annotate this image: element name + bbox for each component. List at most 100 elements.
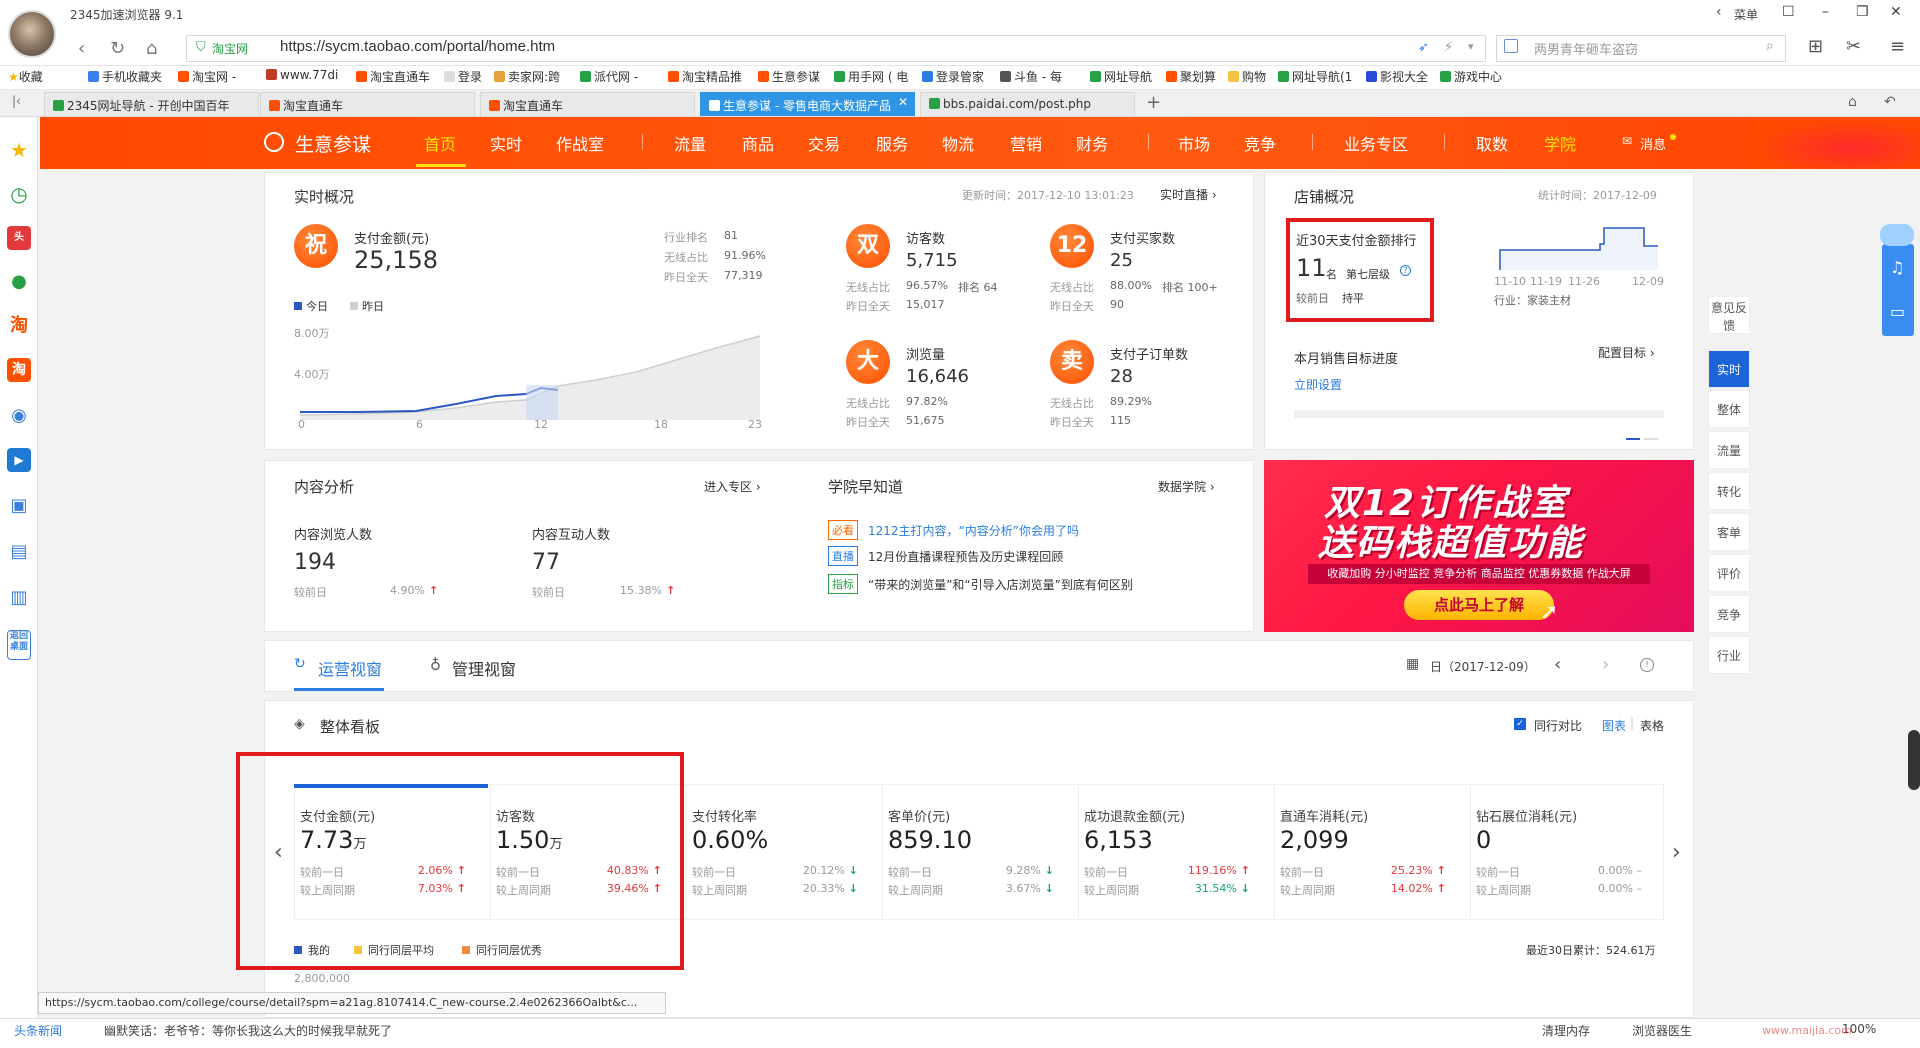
cloud-icon[interactable] [1880, 224, 1914, 246]
home-icon[interactable]: ⌂ [146, 38, 157, 59]
rail-realtime[interactable]: 实时 [1708, 350, 1750, 388]
menu-label[interactable]: 菜单 [1734, 6, 1758, 23]
bookmark-item[interactable]: 用手网 ( 电 [834, 68, 908, 85]
rail-competition[interactable]: 竞争 [1708, 595, 1750, 633]
promo-banner[interactable]: 双12订作战室 送码栈超值功能 收藏加购 分小时监控 竞争分析 商品监控 优惠券… [1264, 460, 1694, 632]
bookmark-item[interactable]: 淘宝网 - [178, 68, 236, 85]
chart-toggle[interactable]: 图表 [1602, 717, 1626, 734]
chevron-down-icon[interactable]: ▾ [1468, 40, 1474, 53]
bookmark-item[interactable]: 登录 [444, 68, 482, 85]
news-ticker[interactable]: 幽默笑话：老爷爷：等你长我这么大的时候我早就死了 [104, 1022, 392, 1039]
bookmark-item[interactable]: 登录管家 [922, 68, 984, 85]
rail-order-value[interactable]: 客单 [1708, 513, 1750, 551]
peer-checkbox[interactable]: ✓ [1514, 718, 1526, 730]
more-menu-icon[interactable]: ≡ [1890, 36, 1905, 57]
chat-icon[interactable]: ● [7, 270, 31, 294]
nav-college[interactable]: 学院 [1544, 131, 1576, 155]
bookmark-item[interactable]: 购物 [1228, 68, 1266, 85]
video-icon[interactable]: ▶ [7, 448, 31, 472]
pager-dot[interactable] [1644, 438, 1658, 440]
banner-cta-button[interactable]: 点此马上了解 [1404, 590, 1554, 620]
news-label[interactable]: 头条新闻 [14, 1022, 62, 1039]
bookmark-item[interactable]: 网址导航 [1090, 68, 1152, 85]
nav-trade[interactable]: 交易 [808, 131, 840, 155]
back-icon[interactable]: ‹ [78, 38, 85, 59]
bookmark-item[interactable]: 卖家网:跨 [494, 68, 560, 85]
rail-feedback[interactable]: 意见反馈 [1708, 296, 1750, 334]
new-tab-icon[interactable]: + [1146, 92, 1161, 113]
kpi-cell[interactable] [1470, 784, 1666, 920]
nav-service[interactable]: 服务 [876, 131, 908, 155]
nav-goods[interactable]: 商品 [742, 131, 774, 155]
calculator-icon[interactable]: ▤ [7, 540, 31, 564]
clock-icon[interactable]: ◷ [7, 182, 31, 206]
target-setup-link[interactable]: 立即设置 [1294, 376, 1342, 393]
search-icon[interactable]: ⌕ [1766, 38, 1774, 54]
nav-realtime[interactable]: 实时 [490, 131, 522, 155]
bookmark-item[interactable]: 淘宝直通车 [356, 68, 430, 85]
tab-2345[interactable]: 2345网址导航 - 开创中国百年 [44, 92, 259, 116]
nav-data[interactable]: 取数 [1476, 131, 1508, 155]
bookmark-item[interactable]: 淘宝精品推 [668, 68, 742, 85]
lightning-icon[interactable]: ⚡ [1444, 40, 1453, 55]
undo-icon[interactable]: ↶ [1884, 94, 1896, 110]
rail-industry[interactable]: 行业 [1708, 636, 1750, 674]
nav-home[interactable]: 首页 [424, 131, 456, 155]
date-picker[interactable]: 日（2017-12-09） [1430, 658, 1536, 675]
bookmark-item[interactable]: 网址导航(1 [1278, 68, 1352, 85]
bookmark-item[interactable]: 手机收藏夹 [88, 68, 162, 85]
realtime-live-link[interactable]: 实时直播 › [1160, 186, 1217, 203]
content-enter-link[interactable]: 进入专区 › [704, 478, 761, 495]
toutiao-icon[interactable]: 头 [7, 226, 31, 250]
tab-management-view[interactable]: 管理视窗 [452, 656, 516, 680]
bookmark-item[interactable]: 影视大全 [1366, 68, 1428, 85]
calendar-icon[interactable]: ▦ [1406, 656, 1419, 672]
chat-bubble-icon[interactable]: ▭ [1890, 302, 1905, 321]
computer-icon[interactable]: ▣ [7, 494, 31, 518]
rail-review[interactable]: 评价 [1708, 554, 1750, 592]
browser-doctor[interactable]: 浏览器医生 [1632, 1022, 1692, 1039]
close-window-icon[interactable]: ✕ [1890, 4, 1902, 20]
nav-logistics[interactable]: 物流 [942, 131, 974, 155]
tab-paidai[interactable]: bbs.paidai.com/post.php [920, 92, 1135, 116]
next-date-icon[interactable]: › [1602, 654, 1609, 675]
menu-icon[interactable]: ‹ [1716, 4, 1722, 20]
table-toggle[interactable]: 表格 [1640, 717, 1664, 734]
college-item[interactable]: 1212主打内容，“内容分析”你会用了吗 [868, 522, 1079, 539]
college-item[interactable]: 12月份直播课程预告及历史课程回顾 [868, 548, 1063, 565]
nav-marketing[interactable]: 营销 [1010, 131, 1042, 155]
nav-business[interactable]: 业务专区 [1344, 131, 1408, 155]
tab-zhitongche-2[interactable]: 淘宝直通车 [480, 92, 695, 116]
tab-zhitongche-1[interactable]: 淘宝直通车 [260, 92, 475, 116]
store-icon[interactable]: ⌂ [1848, 94, 1857, 110]
nav-market[interactable]: 市场 [1178, 131, 1210, 155]
bookmark-item[interactable]: 斗鱼 - 每 [1000, 68, 1062, 85]
bookmark-item[interactable]: 聚划算 [1166, 68, 1216, 85]
rail-conversion[interactable]: 转化 [1708, 472, 1750, 510]
pager-dot-active[interactable] [1626, 438, 1640, 440]
nav-message[interactable]: 消息 [1640, 134, 1666, 153]
tab-operation-view[interactable]: 运营视窗 [318, 656, 382, 680]
search-engine-icon[interactable] [1504, 39, 1518, 53]
book-icon[interactable]: ▥ [7, 586, 31, 610]
clean-memory[interactable]: 清理内存 [1542, 1022, 1590, 1039]
college-link[interactable]: 数据学院 › [1158, 478, 1215, 495]
taobao-icon[interactable]: 淘 [7, 314, 31, 338]
scissors-icon[interactable]: ✂ [1846, 36, 1861, 57]
bell-icon[interactable]: ♫ [1890, 258, 1904, 277]
bookmark-item[interactable]: 游戏中心 [1440, 68, 1502, 85]
taobao-app-icon[interactable]: 淘 [7, 358, 31, 382]
tab-scroll-left-icon[interactable]: |‹ [12, 94, 21, 108]
close-tab-icon[interactable]: ✕ [898, 95, 908, 109]
user-avatar[interactable] [8, 10, 56, 58]
tab-sycm[interactable]: 生意参谋 - 零售电商大数据产品 [700, 92, 915, 116]
nav-competition[interactable]: 竞争 [1244, 131, 1276, 155]
star-icon[interactable]: ★ [7, 138, 31, 162]
nav-finance[interactable]: 财务 [1076, 131, 1108, 155]
minimize-icon[interactable]: – [1822, 4, 1829, 20]
maximize-icon[interactable]: ❐ [1856, 4, 1869, 20]
nav-warroom[interactable]: 作战室 [556, 131, 604, 155]
kpi-next-icon[interactable]: › [1672, 840, 1681, 865]
bookmark-item[interactable]: 生意参谋 [758, 68, 820, 85]
scroll-handle[interactable] [1908, 730, 1920, 790]
